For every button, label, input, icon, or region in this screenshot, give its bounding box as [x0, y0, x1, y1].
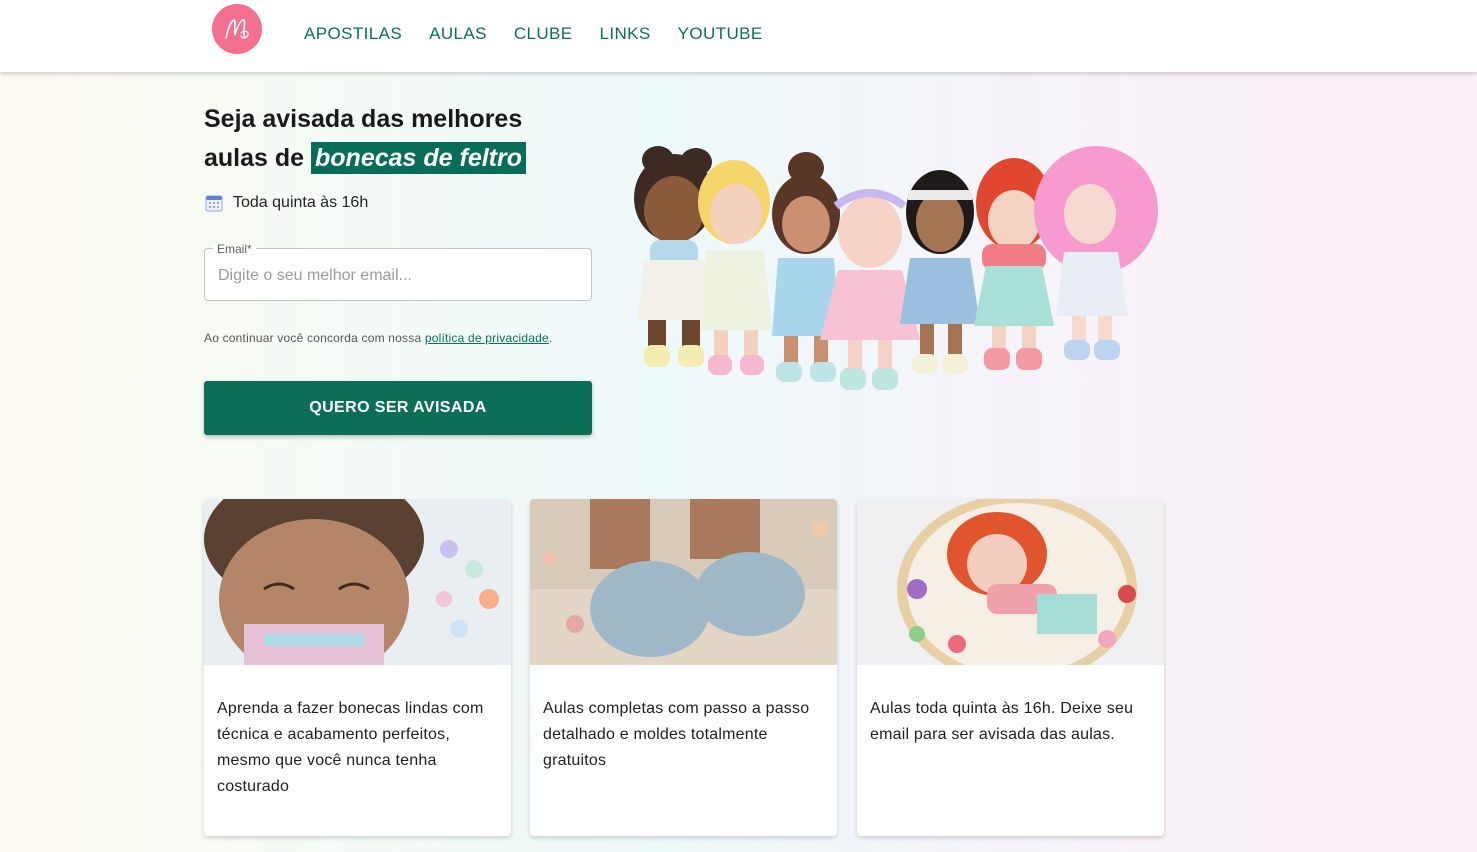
signup-headline: Seja avisada das melhores aulas de bonec…	[204, 100, 624, 178]
feature-card-text: Aprenda a fazer bonecas lindas com técni…	[217, 700, 484, 795]
headline-prefix: aulas de	[204, 144, 305, 172]
email-input[interactable]	[216, 261, 580, 291]
doll-face-photo	[204, 499, 511, 665]
feature-card: Aulas completas com passo a passo detalh…	[530, 499, 837, 836]
email-label: Email*	[213, 243, 256, 255]
main-nav: APOSTILAS AULAS CLUBE LINKS YOUTUBE	[304, 24, 790, 44]
logo-monogram-icon	[225, 19, 249, 39]
headline-line-1: Seja avisada das melhores	[204, 105, 523, 133]
calendar-icon	[205, 195, 223, 212]
feature-card-text: Aulas toda quinta às 16h. Deixe seu emai…	[870, 700, 1134, 743]
schedule-text: Toda quinta às 16h	[233, 194, 369, 211]
nav-link-links[interactable]: LINKS	[600, 24, 651, 44]
headline-highlight: bonecas de feltro	[311, 142, 527, 174]
feature-card: Aprenda a fazer bonecas lindas com técni…	[204, 499, 511, 836]
schedule-info: Toda quinta às 16h	[205, 194, 368, 212]
doll-figure	[634, 146, 714, 367]
felt-dolls-hero-image	[634, 146, 1158, 390]
brand-logo[interactable]	[212, 4, 262, 54]
nav-link-apostilas[interactable]: APOSTILAS	[304, 24, 402, 44]
doll-hoop-photo	[857, 499, 1164, 665]
nav-link-aulas[interactable]: AULAS	[429, 24, 487, 44]
top-navigation-bar: APOSTILAS AULAS CLUBE LINKS YOUTUBE	[0, 0, 1477, 72]
nav-link-clube[interactable]: CLUBE	[514, 24, 573, 44]
notify-me-button[interactable]: QUERO SER AVISADA	[204, 381, 592, 435]
doll-shoes-photo	[530, 499, 837, 665]
privacy-consent: Ao continuar você concorda com nossa pol…	[204, 331, 553, 345]
feature-card: Aulas toda quinta às 16h. Deixe seu emai…	[857, 499, 1164, 836]
privacy-policy-link[interactable]: política de privacidade	[425, 331, 549, 345]
consent-text: Ao continuar você concorda com nossa	[204, 331, 422, 345]
email-field[interactable]: Email*	[204, 243, 592, 301]
feature-card-text: Aulas completas com passo a passo detalh…	[543, 700, 810, 769]
nav-link-youtube[interactable]: YOUTUBE	[678, 24, 763, 44]
